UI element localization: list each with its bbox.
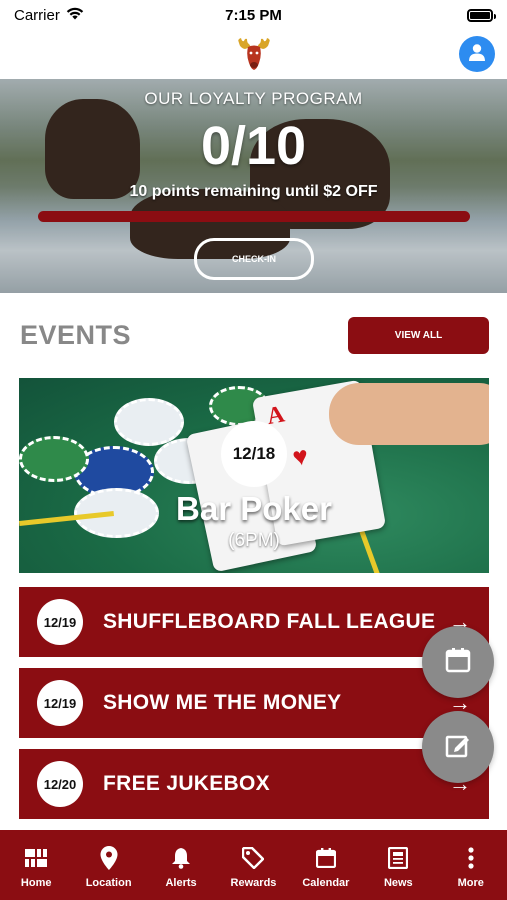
tab-label: Rewards (230, 877, 277, 889)
tab-label: Home (20, 877, 52, 889)
event-date: 12/19 (37, 680, 83, 726)
event-list-item[interactable]: 12/20 FREE JUKEBOX → (19, 749, 489, 819)
calendar-icon (444, 646, 472, 679)
moose-logo (235, 37, 273, 71)
loyalty-points: 0/10 (200, 116, 307, 176)
tab-label: More (457, 877, 484, 889)
featured-event-date: 12/18 (221, 421, 287, 487)
tag-icon (241, 846, 265, 870)
tab-alerts[interactable]: Alerts (145, 830, 217, 900)
checkin-button[interactable]: CHECK-IN (194, 238, 314, 280)
user-icon (467, 42, 487, 67)
wifi-icon (66, 7, 84, 24)
featured-event-time: (6PM) (228, 530, 280, 551)
loyalty-remaining: 10 points remaining until $2 OFF (129, 183, 378, 200)
edit-icon (444, 731, 472, 764)
more-vertical-icon (459, 846, 483, 870)
calendar-icon (314, 846, 338, 870)
loyalty-banner: OUR LOYALTY PROGRAM 0/10 10 points remai… (0, 79, 507, 293)
event-list-item[interactable]: 12/19 SHOW ME THE MONEY → (19, 668, 489, 738)
tab-label: Location (85, 877, 132, 889)
home-grid-icon (24, 846, 48, 870)
profile-button[interactable] (459, 36, 495, 72)
event-name: SHOW ME THE MONEY (103, 691, 342, 714)
hand-image (329, 383, 489, 445)
loyalty-progress-bar (38, 211, 470, 222)
event-date: 12/19 (37, 599, 83, 645)
status-bar: Carrier 7:15 PM (0, 0, 507, 30)
edit-fab-button[interactable] (422, 711, 494, 783)
event-name: FREE JUKEBOX (103, 772, 270, 795)
featured-event-title: Bar Poker (176, 490, 332, 527)
events-title: EVENTS (20, 320, 132, 350)
tab-home[interactable]: Home (0, 830, 72, 900)
view-all-button[interactable]: VIEW ALL (348, 317, 489, 354)
location-pin-icon (97, 846, 121, 870)
battery-icon (467, 8, 496, 22)
carrier-label: Carrier (14, 6, 60, 24)
calendar-fab-button[interactable] (422, 626, 494, 698)
bell-icon (169, 846, 193, 870)
poker-chip-image (114, 398, 184, 446)
tab-label: Calendar (302, 877, 350, 889)
loyalty-title: OUR LOYALTY PROGRAM (144, 89, 363, 108)
event-date: 12/20 (37, 761, 83, 807)
event-list-item[interactable]: 12/19 SHUFFLEBOARD FALL LEAGUE → (19, 587, 489, 657)
tab-label: Alerts (165, 877, 197, 889)
event-name: SHUFFLEBOARD FALL LEAGUE (103, 610, 436, 633)
tab-location[interactable]: Location (72, 830, 144, 900)
tab-news[interactable]: News (362, 830, 434, 900)
loyalty-content: OUR LOYALTY PROGRAM 0/10 10 points remai… (0, 79, 507, 293)
tab-rewards[interactable]: Rewards (217, 830, 289, 900)
tab-label: News (383, 877, 413, 889)
tab-calendar[interactable]: Calendar (290, 830, 362, 900)
bottom-tab-bar: Home Location Alerts Rewards Calendar Ne… (0, 830, 507, 900)
newspaper-icon (386, 846, 410, 870)
tab-more[interactable]: More (435, 830, 507, 900)
app-header (0, 30, 507, 78)
status-left: Carrier (14, 7, 84, 24)
poker-chip-image (19, 436, 89, 482)
